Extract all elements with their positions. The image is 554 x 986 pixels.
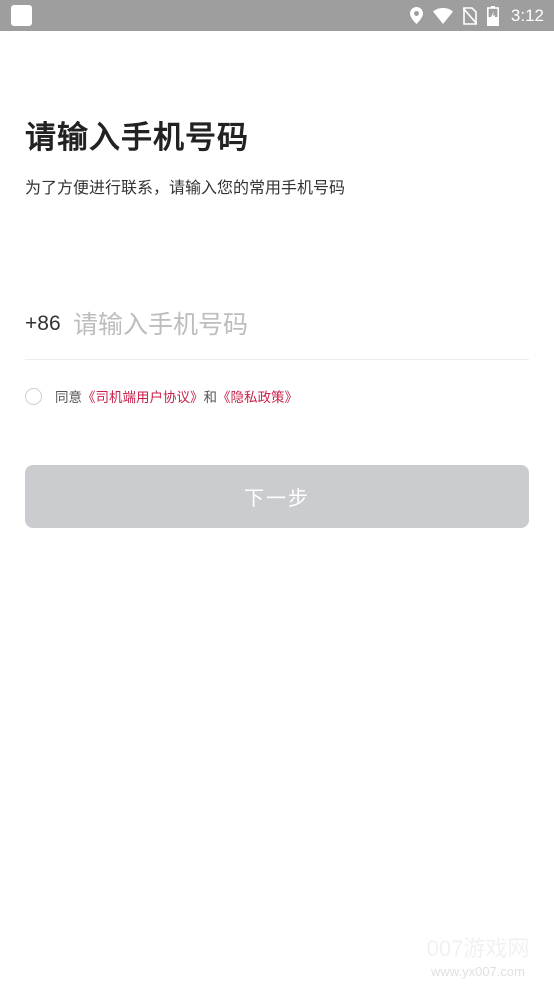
svg-text:www.yx007.com: www.yx007.com (430, 964, 525, 979)
user-agreement-link[interactable]: 《司机端用户协议》 (82, 386, 204, 406)
agreement-prefix: 同意 (55, 390, 82, 406)
status-bar: 3:12 (0, 0, 554, 31)
next-step-button[interactable]: 下一步 (25, 465, 529, 528)
wifi-icon (432, 7, 453, 24)
country-code[interactable]: +86 (25, 312, 61, 336)
page-title: 请输入手机号码 (25, 120, 249, 156)
phone-number-input[interactable] (73, 302, 513, 346)
agreement-row: 同意 《司机端用户协议》 和 《隐私政策》 (25, 385, 298, 407)
agreement-conjunction: 和 (203, 390, 218, 406)
battery-charging-icon (486, 5, 499, 26)
svg-text:007游戏网: 007游戏网 (427, 936, 530, 961)
watermark-logo: 007游戏网 007游戏网 www.yx007.com (426, 935, 530, 979)
status-time: 3:12 (510, 6, 544, 25)
page-subtitle: 为了方便进行联系，请输入您的常用手机号码 (25, 178, 346, 197)
agree-checkbox[interactable] (25, 387, 42, 405)
phone-input-row: +86 (25, 300, 529, 360)
status-icons: 3:12 (409, 0, 554, 31)
location-icon (409, 7, 423, 24)
no-sim-icon (462, 6, 477, 25)
privacy-policy-link[interactable]: 《隐私政策》 (217, 386, 298, 406)
app-notification-icon (11, 5, 32, 26)
